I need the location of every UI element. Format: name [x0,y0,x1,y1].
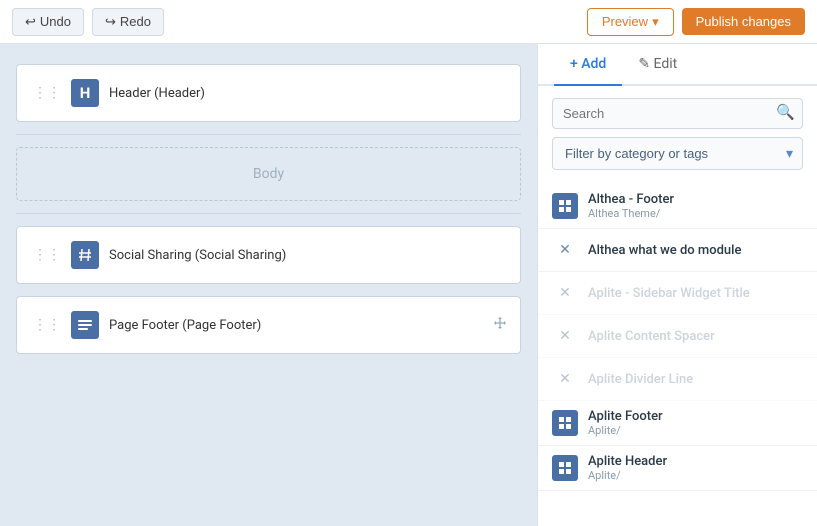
tab-edit[interactable]: ✎ Edit [622,44,693,86]
drag-handle[interactable]: ⋮⋮ [33,85,61,101]
top-bar: ↩ Undo ↪ Redo Preview ▾ Publish changes [0,0,817,44]
aplite-sidebar-icon: ✕ [552,280,578,306]
publish-label: Publish changes [696,14,791,29]
althea-wwd-text: Althea what we do module [588,243,741,258]
chevron-down-icon: ▾ [652,14,659,30]
aplite-spacer-text: Aplite Content Spacer [588,329,715,344]
preview-label: Preview [602,14,648,29]
althea-footer-text: Althea - Footer Althea Theme/ [588,192,674,220]
list-item-aplite-sidebar: ✕ Aplite - Sidebar Widget Title [538,272,817,315]
aplite-footer-sub: Aplite/ [588,424,663,437]
drag-handle-footer[interactable]: ⋮⋮ [33,317,61,333]
tab-edit-label: ✎ Edit [638,56,677,72]
body-label: Body [253,166,284,182]
althea-footer-icon [552,193,578,219]
publish-button[interactable]: Publish changes [682,8,805,35]
header-widget-label: Header (Header) [109,86,205,101]
aplite-divider-icon: ✕ [552,366,578,392]
list-item-althea-footer[interactable]: Althea - Footer Althea Theme/ [538,184,817,229]
redo-icon: ↪ [105,14,116,30]
footer-widget-icon [71,311,99,339]
social-widget-label: Social Sharing (Social Sharing) [109,248,286,263]
left-panel: ⋮⋮ H Header (Header) Body ⋮⋮ Social Shar… [0,44,537,526]
filter-dropdown[interactable]: Filter by category or tags All categorie… [552,137,803,170]
right-panel: + Add ✎ Edit 🔍 Filter by category or tag… [537,44,817,526]
list-item-aplite-header[interactable]: Aplite Header Aplite/ [538,446,817,491]
aplite-spacer-name: Aplite Content Spacer [588,329,715,344]
aplite-spacer-icon: ✕ [552,323,578,349]
top-bar-left: ↩ Undo ↪ Redo [12,8,164,36]
althea-footer-name: Althea - Footer [588,192,674,207]
althea-wwd-icon: ✕ [552,237,578,263]
separator-top [16,134,521,135]
aplite-header-icon [552,455,578,481]
main-layout: ⋮⋮ H Header (Header) Body ⋮⋮ Social Shar… [0,44,817,526]
aplite-sidebar-text: Aplite - Sidebar Widget Title [588,286,750,301]
aplite-footer-name: Aplite Footer [588,409,663,424]
footer-widget-label: Page Footer (Page Footer) [109,318,261,333]
aplite-divider-name: Aplite Divider Line [588,372,693,387]
aplite-header-sub: Aplite/ [588,469,667,482]
aplite-sidebar-name: Aplite - Sidebar Widget Title [588,286,750,301]
aplite-header-name: Aplite Header [588,454,667,469]
redo-label: Redo [120,14,151,29]
widget-block-header[interactable]: ⋮⋮ H Header (Header) [16,64,521,122]
header-widget-icon: H [71,79,99,107]
list-item-aplite-footer[interactable]: Aplite Footer Aplite/ [538,401,817,446]
althea-wwd-name: Althea what we do module [588,243,741,258]
search-icon: 🔍 [776,104,795,121]
tab-add-label: + Add [570,56,606,72]
list-item-aplite-spacer: ✕ Aplite Content Spacer [538,315,817,358]
aplite-divider-text: Aplite Divider Line [588,372,693,387]
separator-bottom [16,213,521,214]
list-item-althea-wwd[interactable]: ✕ Althea what we do module [538,229,817,272]
aplite-footer-icon [552,410,578,436]
filter-container: Filter by category or tags All categorie… [538,137,817,180]
undo-button[interactable]: ↩ Undo [12,8,84,36]
widget-list: Althea - Footer Althea Theme/ ✕ Althea w… [538,180,817,526]
social-widget-icon [71,241,99,269]
drag-handle-social[interactable]: ⋮⋮ [33,247,61,263]
althea-footer-sub: Althea Theme/ [588,207,674,220]
undo-label: Undo [40,14,71,29]
tab-add[interactable]: + Add [554,44,622,86]
widget-block-social[interactable]: ⋮⋮ Social Sharing (Social Sharing) [16,226,521,284]
aplite-footer-text: Aplite Footer Aplite/ [588,409,663,437]
undo-icon: ↩ [25,14,36,30]
filter-wrapper: Filter by category or tags All categorie… [552,137,803,170]
move-icon [492,315,508,335]
preview-button[interactable]: Preview ▾ [587,8,674,36]
search-input[interactable] [552,98,803,129]
search-icon-button[interactable]: 🔍 [776,103,795,121]
aplite-header-text: Aplite Header Aplite/ [588,454,667,482]
widget-block-page-footer[interactable]: ⋮⋮ Page Footer (Page Footer) [16,296,521,354]
body-placeholder: Body [16,147,521,201]
search-container: 🔍 [538,86,817,137]
tabs: + Add ✎ Edit [538,44,817,86]
top-bar-right: Preview ▾ Publish changes [587,8,805,36]
list-item-aplite-divider: ✕ Aplite Divider Line [538,358,817,401]
redo-button[interactable]: ↪ Redo [92,8,164,36]
